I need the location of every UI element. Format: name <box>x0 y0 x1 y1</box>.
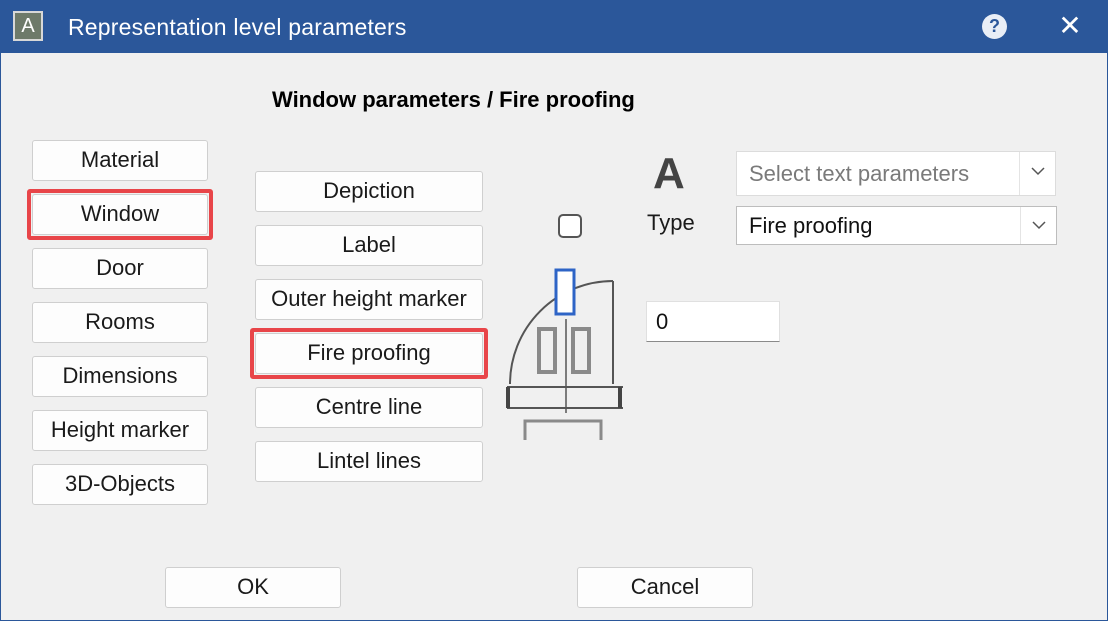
fire-proofing-checkbox[interactable] <box>558 214 582 238</box>
sub-depiction-button[interactable]: Depiction <box>255 171 483 212</box>
sub-outer-height-marker-button[interactable]: Outer height marker <box>255 279 483 320</box>
category-dimensions-button[interactable]: Dimensions <box>32 356 208 397</box>
close-icon[interactable]: ✕ <box>1058 10 1082 42</box>
category-3d-objects-button[interactable]: 3D-Objects <box>32 464 208 505</box>
dialog-window: A Representation level parameters ? ✕ Wi… <box>0 0 1108 621</box>
sub-label-button[interactable]: Label <box>255 225 483 266</box>
type-select-value: Fire proofing <box>749 213 873 238</box>
type-label: Type <box>647 210 695 235</box>
help-icon[interactable]: ? <box>982 14 1007 39</box>
value-input[interactable]: 0 <box>646 301 780 342</box>
chevron-down-icon[interactable] <box>1020 207 1056 244</box>
text-parameters-select[interactable]: Select text parameters <box>736 151 1056 196</box>
selected-category-highlight <box>27 189 213 240</box>
category-height-marker-button[interactable]: Height marker <box>32 410 208 451</box>
title-bar: A Representation level parameters ? ✕ <box>1 1 1108 53</box>
sub-centre-line-button[interactable]: Centre line <box>255 387 483 428</box>
text-parameters-placeholder: Select text parameters <box>749 161 970 186</box>
sub-lintel-lines-button[interactable]: Lintel lines <box>255 441 483 482</box>
text-font-icon: A <box>653 149 685 198</box>
category-door-button[interactable]: Door <box>32 248 208 289</box>
window-title: Representation level parameters <box>68 14 407 40</box>
selected-sub-item-highlight <box>250 328 488 379</box>
category-rooms-button[interactable]: Rooms <box>32 302 208 343</box>
cancel-button[interactable]: Cancel <box>577 567 753 608</box>
section-heading: Window parameters / Fire proofing <box>272 87 635 112</box>
app-icon: A <box>13 11 43 41</box>
category-material-button[interactable]: Material <box>32 140 208 181</box>
ok-button[interactable]: OK <box>165 567 341 608</box>
type-select[interactable]: Fire proofing <box>736 206 1057 245</box>
chevron-down-icon[interactable] <box>1019 152 1055 195</box>
window-preview-icon <box>506 268 623 440</box>
